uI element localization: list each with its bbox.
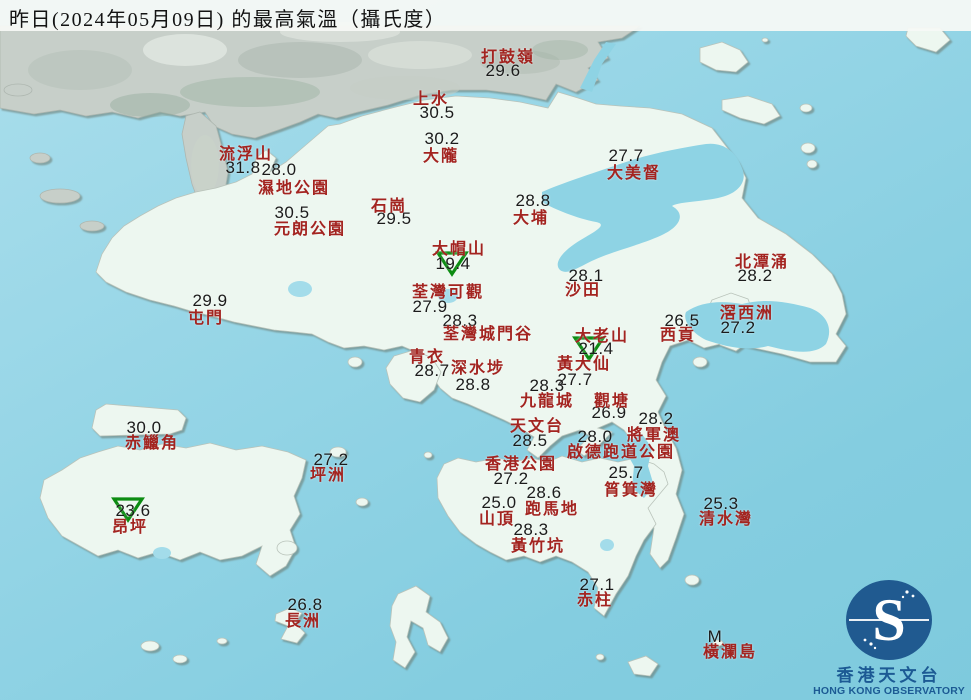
- station-name: 黃竹坑: [510, 538, 566, 555]
- station-name: 荃灣可觀: [411, 284, 485, 301]
- station-name: 深水埗: [450, 360, 506, 377]
- station-name: 九龍城: [519, 393, 575, 410]
- station-name: 香港公園: [484, 456, 558, 473]
- station-name: 天文台: [509, 418, 565, 435]
- station-name: 上水: [412, 91, 450, 108]
- station-name: 大老山: [574, 328, 630, 345]
- station-name: 昂坪: [111, 519, 149, 536]
- station-name: 西貢: [659, 327, 697, 344]
- station-name: 大美督: [606, 165, 662, 182]
- station-name: 打鼓嶺: [480, 49, 536, 66]
- station-name: 青衣: [408, 349, 446, 366]
- station-name: 黃大仙: [556, 356, 612, 373]
- page-title: 昨日(2024年05月09日) 的最高氣溫（攝氏度）: [9, 9, 447, 31]
- station-name: 山頂: [478, 511, 516, 528]
- station-name: 跑馬地: [524, 501, 580, 518]
- station-name: 坪洲: [309, 467, 347, 484]
- station-name: 元朗公園: [273, 221, 347, 238]
- station-name: 觀塘: [593, 393, 631, 410]
- station-name: 北潭涌: [734, 254, 790, 271]
- station-name: 大隴: [422, 148, 460, 165]
- hko-max-temperature-map: 29.6 打鼓嶺 30.5 上水 30.2 大隴 31.8 流浮山 28.0 濕地公園 30.5 元朗…: [0, 0, 971, 700]
- hko-logo: S 香港天文台 HONG KONG OBSERVATORY: [813, 578, 965, 698]
- station-name: 赤鱲角: [124, 435, 180, 452]
- station-name: 石崗: [370, 198, 408, 215]
- station-name: 大埔: [512, 210, 550, 227]
- station-name: 清水灣: [698, 511, 754, 528]
- logo-chinese-name: 香港天文台: [836, 666, 942, 685]
- station-name: 荃灣城門谷: [442, 326, 534, 343]
- station-name: 筲箕灣: [603, 482, 659, 499]
- title-bar: 昨日(2024年05月09日) 的最高氣溫（攝氏度）: [0, 0, 971, 31]
- logo-english-name: HONG KONG OBSERVATORY: [813, 685, 965, 697]
- station-value: 28.8: [455, 375, 491, 394]
- station-name: 橫瀾島: [702, 644, 758, 661]
- station-name: 啟德跑道公園: [566, 444, 676, 461]
- station-name: 濕地公園: [257, 180, 331, 197]
- station-name: 長洲: [284, 613, 322, 630]
- logo-s-glyph: S: [872, 587, 905, 653]
- station-name: 屯門: [187, 310, 225, 327]
- hko-logo-emblem: S: [846, 580, 932, 660]
- station-name: 沙田: [564, 282, 602, 299]
- station-name: 大帽山: [431, 241, 487, 258]
- station-name: 滘西洲: [719, 305, 775, 322]
- station-name: 赤柱: [576, 592, 614, 609]
